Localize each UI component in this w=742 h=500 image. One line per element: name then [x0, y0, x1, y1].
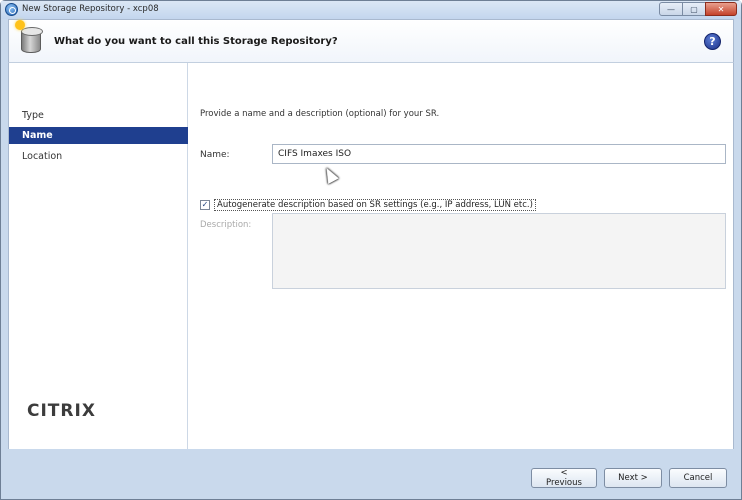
description-label: Description: [200, 220, 252, 230]
restore-button[interactable]: ▢ [682, 2, 706, 16]
window-controls: — ▢ ✕ [659, 2, 737, 16]
name-label: Name: [200, 150, 230, 160]
next-button[interactable]: Next > [604, 468, 662, 488]
sidebar-item-name[interactable]: Name [9, 127, 188, 144]
minimize-button[interactable]: — [659, 2, 683, 16]
name-field[interactable] [272, 144, 726, 164]
sidebar-item-type[interactable]: Type [9, 107, 188, 124]
mouse-cursor-icon [321, 165, 339, 184]
citrix-logo: CITRIX [27, 401, 96, 421]
autogenerate-description-checkbox[interactable]: ✓ Autogenerate description based on SR s… [200, 198, 536, 212]
page-title: What do you want to call this Storage Re… [54, 36, 338, 47]
cancel-button[interactable]: Cancel [669, 468, 727, 488]
wizard-footer: < Previous Next > Cancel [531, 468, 727, 488]
new-star-icon [15, 20, 25, 30]
intro-text: Provide a name and a description (option… [200, 109, 440, 119]
sidebar-item-location[interactable]: Location [9, 148, 188, 165]
storage-repository-icon [15, 20, 43, 53]
wizard-steps-sidebar: Type Name Location CITRIX [8, 63, 188, 449]
checkbox-box[interactable]: ✓ [200, 200, 210, 210]
wizard-main-panel: Provide a name and a description (option… [188, 63, 734, 449]
description-field[interactable] [272, 213, 726, 289]
window-title: New Storage Repository - xcp08 [22, 4, 159, 14]
close-button[interactable]: ✕ [705, 2, 737, 16]
help-icon[interactable]: ? [704, 33, 721, 50]
title-bar[interactable]: New Storage Repository - xcp08 — ▢ ✕ [1, 1, 741, 19]
previous-button[interactable]: < Previous [531, 468, 597, 488]
autogenerate-label[interactable]: Autogenerate description based on SR set… [214, 199, 536, 211]
wizard-window: New Storage Repository - xcp08 — ▢ ✕ Wha… [0, 0, 742, 500]
app-icon [5, 3, 18, 16]
wizard-header: What do you want to call this Storage Re… [8, 19, 734, 63]
